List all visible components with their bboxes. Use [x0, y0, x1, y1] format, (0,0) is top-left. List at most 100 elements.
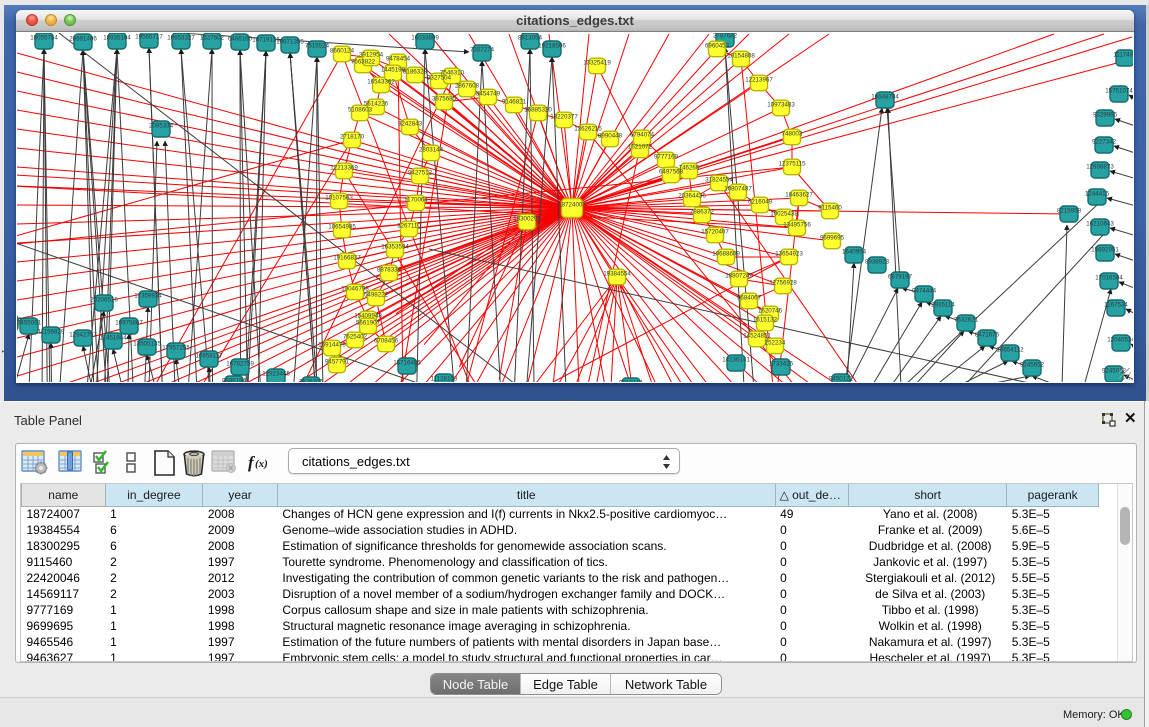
svg-text:9478454: 9478454: [386, 56, 411, 63]
svg-text:10653327: 10653327: [167, 35, 195, 42]
svg-text:15692951: 15692951: [1091, 247, 1119, 254]
svg-text:1621072: 1621072: [628, 144, 653, 151]
svg-text:1733426: 1733426: [769, 361, 794, 368]
svg-text:1620746: 1620746: [758, 308, 783, 315]
svg-text:7663822: 7663822: [351, 59, 376, 66]
svg-text:12213369: 12213369: [330, 165, 358, 172]
svg-text:8454749: 8454749: [476, 91, 501, 98]
svg-text:15720407: 15720407: [701, 229, 729, 236]
svg-text:11128103: 11128103: [431, 376, 458, 383]
svg-text:13505135: 13505135: [133, 341, 161, 348]
svg-text:5661907: 5661907: [356, 320, 381, 327]
svg-text:5108603: 5108603: [348, 107, 373, 114]
svg-text:2803144: 2803144: [419, 147, 444, 154]
svg-text:10154808: 10154808: [727, 53, 755, 60]
svg-text:2718170: 2718170: [340, 134, 365, 141]
svg-text:31824554: 31824554: [705, 177, 733, 184]
svg-text:9242843: 9242843: [398, 121, 423, 128]
svg-text:10025438: 10025438: [770, 211, 798, 218]
svg-text:7626205: 7626205: [299, 379, 324, 383]
svg-text:9474444: 9474444: [912, 288, 937, 295]
svg-text:12938873: 12938873: [1086, 164, 1114, 171]
svg-text:9450122: 9450122: [829, 376, 854, 383]
svg-text:11156829: 11156829: [38, 329, 65, 336]
svg-text:18220377: 18220377: [550, 114, 578, 121]
svg-text:1117484: 1117484: [1113, 52, 1133, 59]
svg-text:10958117: 10958117: [195, 353, 223, 360]
svg-text:252234: 252234: [765, 340, 786, 347]
svg-text:8660124: 8660124: [330, 48, 355, 55]
svg-text:10654985: 10654985: [328, 224, 356, 231]
svg-text:10973483: 10973483: [767, 102, 795, 109]
svg-text:10107563: 10107563: [325, 195, 353, 202]
svg-text:19565717: 19565717: [135, 34, 163, 41]
svg-text:16353594: 16353594: [381, 244, 409, 251]
svg-text:3912954: 3912954: [359, 52, 384, 59]
svg-text:7546310: 7546310: [440, 70, 465, 77]
svg-text:9699695: 9699695: [820, 235, 845, 242]
svg-text:2095334: 2095334: [149, 123, 174, 130]
svg-text:9886194: 9886194: [222, 378, 247, 383]
svg-text:16033809: 16033809: [411, 35, 439, 42]
svg-text:1244415: 1244415: [1085, 191, 1110, 198]
svg-text:12923446: 12923446: [262, 371, 290, 378]
svg-text:14136141: 14136141: [722, 357, 750, 364]
svg-text:9245652: 9245652: [1020, 362, 1045, 369]
svg-text:7886372: 7886372: [690, 209, 715, 216]
svg-text:15409948: 15409948: [354, 313, 382, 320]
svg-text:3267110: 3267110: [397, 223, 421, 230]
svg-text:9777169: 9777169: [654, 154, 679, 161]
svg-text:6794074: 6794074: [630, 132, 655, 139]
svg-text:18935104: 18935104: [103, 35, 131, 42]
svg-text:1167534: 1167534: [1104, 302, 1128, 309]
svg-text:9115460: 9115460: [818, 205, 842, 212]
svg-text:13495756: 13495756: [783, 222, 811, 229]
svg-text:9427512: 9427512: [408, 170, 433, 177]
svg-text:15885320: 15885320: [524, 107, 552, 114]
svg-text:6466160: 6466160: [228, 36, 253, 43]
svg-text:14524851: 14524851: [743, 333, 771, 340]
svg-text:9146821: 9146821: [502, 99, 527, 106]
svg-text:13654923: 13654923: [775, 251, 803, 258]
svg-text:(x): (x): [255, 458, 268, 470]
svg-text:2867608: 2867608: [455, 83, 480, 90]
svg-text:18724007: 18724007: [558, 202, 586, 209]
svg-text:2935114: 2935114: [931, 302, 955, 309]
svg-text:17957255: 17957255: [162, 345, 190, 352]
svg-text:20206516: 20206516: [90, 297, 118, 304]
svg-text:13325419: 13325419: [583, 60, 611, 67]
svg-text:18055754: 18055754: [30, 35, 58, 42]
svg-text:6879197: 6879197: [888, 274, 913, 281]
svg-text:19384554: 19384554: [603, 271, 631, 278]
svg-text:18463627: 18463627: [785, 192, 813, 199]
svg-text:20691406: 20691406: [69, 36, 97, 43]
svg-text:11451944: 11451944: [99, 335, 127, 342]
svg-text:1640954: 1640954: [842, 249, 867, 256]
svg-text:10975867: 10975867: [115, 320, 143, 327]
svg-text:18300295: 18300295: [513, 216, 541, 223]
svg-text:9227342: 9227342: [1092, 139, 1117, 146]
svg-text:17359934: 17359934: [134, 293, 162, 300]
svg-text:16543362: 16543362: [367, 79, 395, 86]
svg-text:12375115: 12375115: [778, 161, 806, 168]
svg-text:5498222: 5498222: [364, 292, 389, 299]
svg-text:8215958: 8215958: [1057, 208, 1082, 215]
svg-text:9329965: 9329965: [1093, 112, 1118, 119]
svg-text:10807487: 10807487: [724, 186, 752, 193]
svg-text:1445199: 1445199: [381, 67, 406, 74]
svg-text:7357274: 7357274: [470, 47, 495, 54]
svg-text:8938923: 8938923: [865, 259, 890, 266]
svg-text:9457791: 9457791: [325, 359, 350, 366]
svg-text:3875685: 3875685: [432, 96, 457, 103]
svg-text:2787682: 2787682: [713, 33, 738, 40]
svg-text:18807249: 18807249: [725, 273, 753, 280]
svg-text:748003: 748003: [782, 131, 803, 138]
svg-text:12756928: 12756928: [769, 280, 797, 287]
svg-text:6960453: 6960453: [705, 43, 730, 50]
svg-text:1615132: 1615132: [753, 317, 778, 324]
svg-text:8471676: 8471676: [975, 332, 1000, 339]
svg-text:16914479: 16914479: [318, 342, 346, 349]
svg-text:1527602: 1527602: [200, 35, 225, 42]
svg-text:7625402: 7625402: [343, 334, 368, 341]
svg-text:19218506: 19218506: [538, 43, 566, 50]
